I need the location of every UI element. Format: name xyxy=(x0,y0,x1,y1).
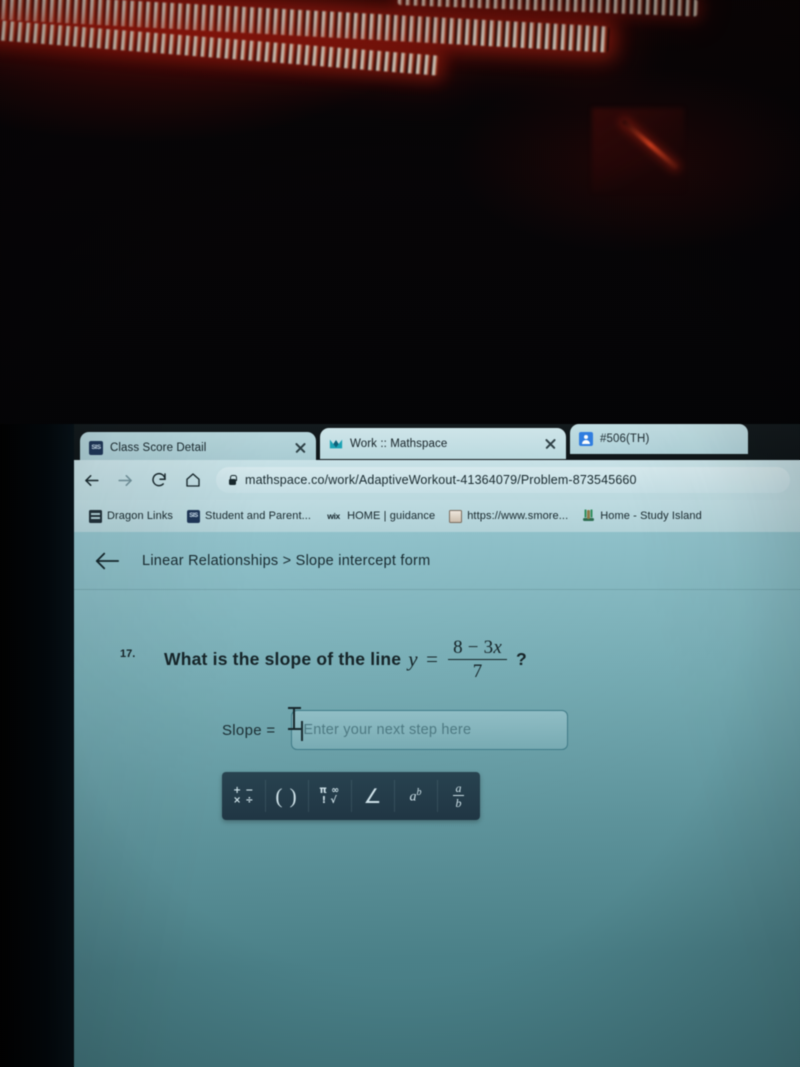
mathspace-logo-icon xyxy=(329,439,343,448)
tab-title: Class Score Detail xyxy=(110,441,207,454)
exponent-base: a xyxy=(409,789,417,805)
red-glow-panel xyxy=(592,108,684,192)
bookmark-study-island[interactable]: Home - Study Island xyxy=(575,505,709,527)
dark-room-background xyxy=(0,0,800,440)
math-variable-y: y xyxy=(408,647,418,672)
bookmark-label: https://www.smore... xyxy=(467,510,569,522)
bookmark-dragon-links[interactable]: Dragon Links xyxy=(82,505,180,527)
led-light-strip-tertiary xyxy=(397,0,699,17)
study-island-icon xyxy=(582,509,595,523)
answer-input-placeholder: Enter your next step here xyxy=(303,722,472,738)
breadcrumb: Linear Relationships > Slope intercept f… xyxy=(142,552,431,569)
sis-icon: SIS xyxy=(89,440,103,455)
bookmark-label: Dragon Links xyxy=(107,510,174,522)
answer-row: Slope = Enter your next step here xyxy=(74,710,800,750)
exponent-superscript: b xyxy=(416,786,422,798)
lock-icon xyxy=(228,474,237,486)
slope-label: Slope = xyxy=(222,721,276,739)
question-number: 17. xyxy=(120,648,136,660)
math-equals-sign: = xyxy=(424,647,440,672)
fraction-button-numerator: a xyxy=(455,780,462,795)
address-bar-url: mathspace.co/work/AdaptiveWorkout-413640… xyxy=(245,473,637,487)
operators-glyph-bottom: × ÷ xyxy=(233,795,254,806)
numerator-text: 8 − 3 xyxy=(453,637,494,658)
mathspace-page: Linear Relationships > Slope intercept f… xyxy=(74,532,800,1067)
close-icon[interactable] xyxy=(294,441,307,454)
symbols-glyph-bottom: ! √ xyxy=(321,795,338,806)
laptop-bezel-left xyxy=(0,424,75,1067)
question-prompt: What is the slope of the line y = 8 − 3x… xyxy=(164,628,527,682)
sis-icon: SIS xyxy=(187,509,201,523)
symbols-button[interactable]: π ∞ ! √ xyxy=(308,772,351,820)
bookmark-smore[interactable]: https://www.smore... xyxy=(442,505,575,527)
fraction-numerator: 8 − 3x xyxy=(448,638,507,659)
photograph-of-laptop-screen: SIS Class Score Detail Work :: Mathspace… xyxy=(0,0,800,1067)
angle-glyph: ∠ xyxy=(363,784,382,808)
operators-button[interactable]: + − × ÷ xyxy=(222,772,265,820)
text-caret xyxy=(301,721,303,741)
parentheses-button[interactable]: ( ) xyxy=(265,772,308,820)
home-button[interactable] xyxy=(176,463,210,497)
tab-title: #506(TH) xyxy=(600,433,650,445)
page-header: Linear Relationships > Slope intercept f… xyxy=(74,532,800,590)
math-fraction: 8 − 3x 7 xyxy=(448,638,507,682)
smore-icon xyxy=(449,509,463,523)
bookmarks-bar: Dragon Links SIS Student and Parent... w… xyxy=(74,500,800,532)
bookmark-student-and-parent[interactable]: SIS Student and Parent... xyxy=(180,505,318,527)
close-icon[interactable] xyxy=(544,437,557,450)
address-bar[interactable]: mathspace.co/work/AdaptiveWorkout-413640… xyxy=(216,467,790,493)
browser-tab-class-score-detail[interactable]: SIS Class Score Detail xyxy=(80,432,316,463)
back-button[interactable] xyxy=(74,463,108,497)
fraction-button[interactable]: a b xyxy=(437,772,480,820)
browser-tab-506th[interactable]: #506(TH) xyxy=(570,424,748,454)
numerator-variable: x xyxy=(493,637,502,658)
browser-tab-work-mathspace[interactable]: Work :: Mathspace xyxy=(320,428,566,459)
browser-tab-strip: SIS Class Score Detail Work :: Mathspace… xyxy=(74,424,800,463)
question-prompt-text: What is the slope of the line xyxy=(164,649,402,670)
question-row: 17. What is the slope of the line y = 8 … xyxy=(74,628,800,682)
back-arrow-icon[interactable] xyxy=(94,550,120,572)
bookmark-label: HOME | guidance xyxy=(347,510,436,522)
bookmark-label: Student and Parent... xyxy=(205,510,312,522)
bookmark-home-guidance[interactable]: wix HOME | guidance xyxy=(318,505,442,527)
fraction-button-denominator: b xyxy=(453,795,464,810)
reload-button[interactable] xyxy=(142,463,176,497)
laptop-screen: SIS Class Score Detail Work :: Mathspace… xyxy=(74,424,800,1067)
folder-icon xyxy=(89,509,102,523)
answer-input[interactable]: Enter your next step here xyxy=(291,710,569,750)
contacts-icon xyxy=(579,432,593,446)
forward-button[interactable] xyxy=(108,463,142,497)
fraction-denominator: 7 xyxy=(448,658,507,682)
math-keyboard-toolbar: + − × ÷ ( ) π ∞ ! √ ∠ ab a b xyxy=(222,772,480,820)
wix-icon: wix xyxy=(327,511,340,521)
browser-toolbar: mathspace.co/work/AdaptiveWorkout-413640… xyxy=(74,460,800,500)
parentheses-glyph: ( ) xyxy=(275,783,298,808)
bookmark-label: Home - Study Island xyxy=(600,510,702,522)
angle-button[interactable]: ∠ xyxy=(351,772,394,820)
tab-title: Work :: Mathspace xyxy=(350,437,448,450)
question-mark: ? xyxy=(515,649,527,670)
exponent-button[interactable]: ab xyxy=(394,772,437,820)
